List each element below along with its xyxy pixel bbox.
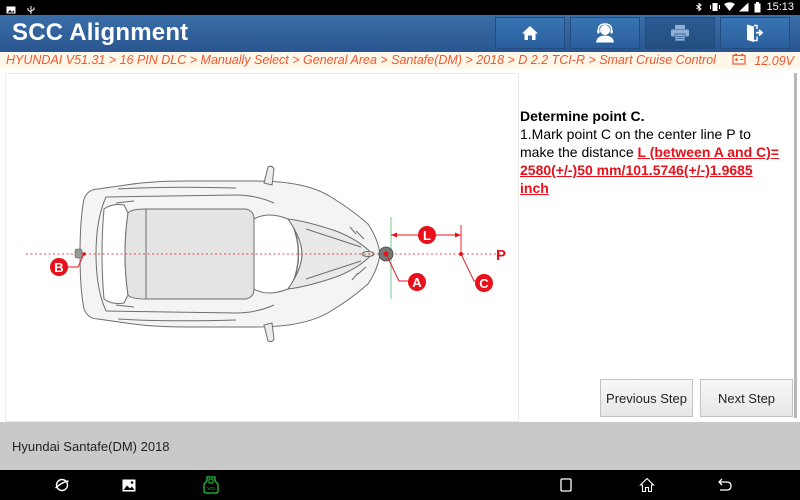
printer-icon [670,24,690,42]
label-a-badge: A [408,273,426,291]
back-icon[interactable] [715,476,735,494]
svg-text:A: A [412,275,422,290]
page-title: SCC Alignment [12,19,189,46]
wifi-icon [724,2,736,12]
headset-user-icon [594,23,616,43]
home-icon [521,25,539,41]
breadcrumb-bar: HYUNDAI V51.31 > 16 PIN DLC > Manually S… [0,52,800,69]
label-l-badge: L [418,226,436,244]
svg-text:L: L [423,228,431,243]
instruction-title: Determine point C. [520,108,645,124]
clock: 15:13 [766,1,794,13]
exit-button[interactable] [720,17,790,49]
system-nav-bar: VCI [0,470,800,500]
alignment-diagram: A B C L P [5,73,519,422]
home-button[interactable] [495,17,565,49]
exit-door-icon [745,23,765,43]
battery-icon [754,2,761,13]
bluetooth-icon [694,2,704,12]
vibrate-icon [709,2,721,12]
next-step-button[interactable]: Next Step [700,379,793,417]
app-header: SCC Alignment [0,15,800,52]
scrollbar[interactable] [794,73,797,418]
instruction-body: 1.Mark point C on the center line P to m… [520,126,779,196]
svg-text:C: C [479,276,489,291]
sensor-b [74,248,86,259]
instruction-text: Determine point C. 1.Mark point C on the… [520,107,780,197]
home-icon[interactable] [637,476,657,494]
image-notification-icon [6,2,16,14]
support-button[interactable] [570,17,640,49]
usb-icon [26,2,36,14]
label-c-badge: C [475,274,493,292]
gallery-icon[interactable] [119,476,139,494]
vehicle-info-bar: Hyundai Santafe(DM) 2018 [0,422,800,470]
vci-icon[interactable]: VCI [201,476,221,494]
content-area: A B C L P Determine point C. 1.Mark poin… [0,69,800,422]
print-button[interactable] [645,17,715,49]
voltage-value: 12.09V [754,53,794,68]
browser-icon[interactable] [52,476,72,494]
car-battery-icon [732,53,746,68]
diagram-overlay: A B C L P [50,217,506,299]
svg-text:VCI: VCI [207,486,215,491]
previous-step-button[interactable]: Previous Step [600,379,693,417]
label-p: P [496,247,506,264]
breadcrumb: HYUNDAI V51.31 > 16 PIN DLC > Manually S… [6,53,716,67]
recent-apps-icon[interactable] [556,476,576,494]
battery-voltage: 12.09V [732,53,794,68]
label-b-badge: B [50,258,68,276]
vehicle-name: Hyundai Santafe(DM) 2018 [12,439,170,454]
svg-text:B: B [54,260,63,275]
signal-icon [739,2,749,12]
status-bar: 15:13 [0,0,800,15]
